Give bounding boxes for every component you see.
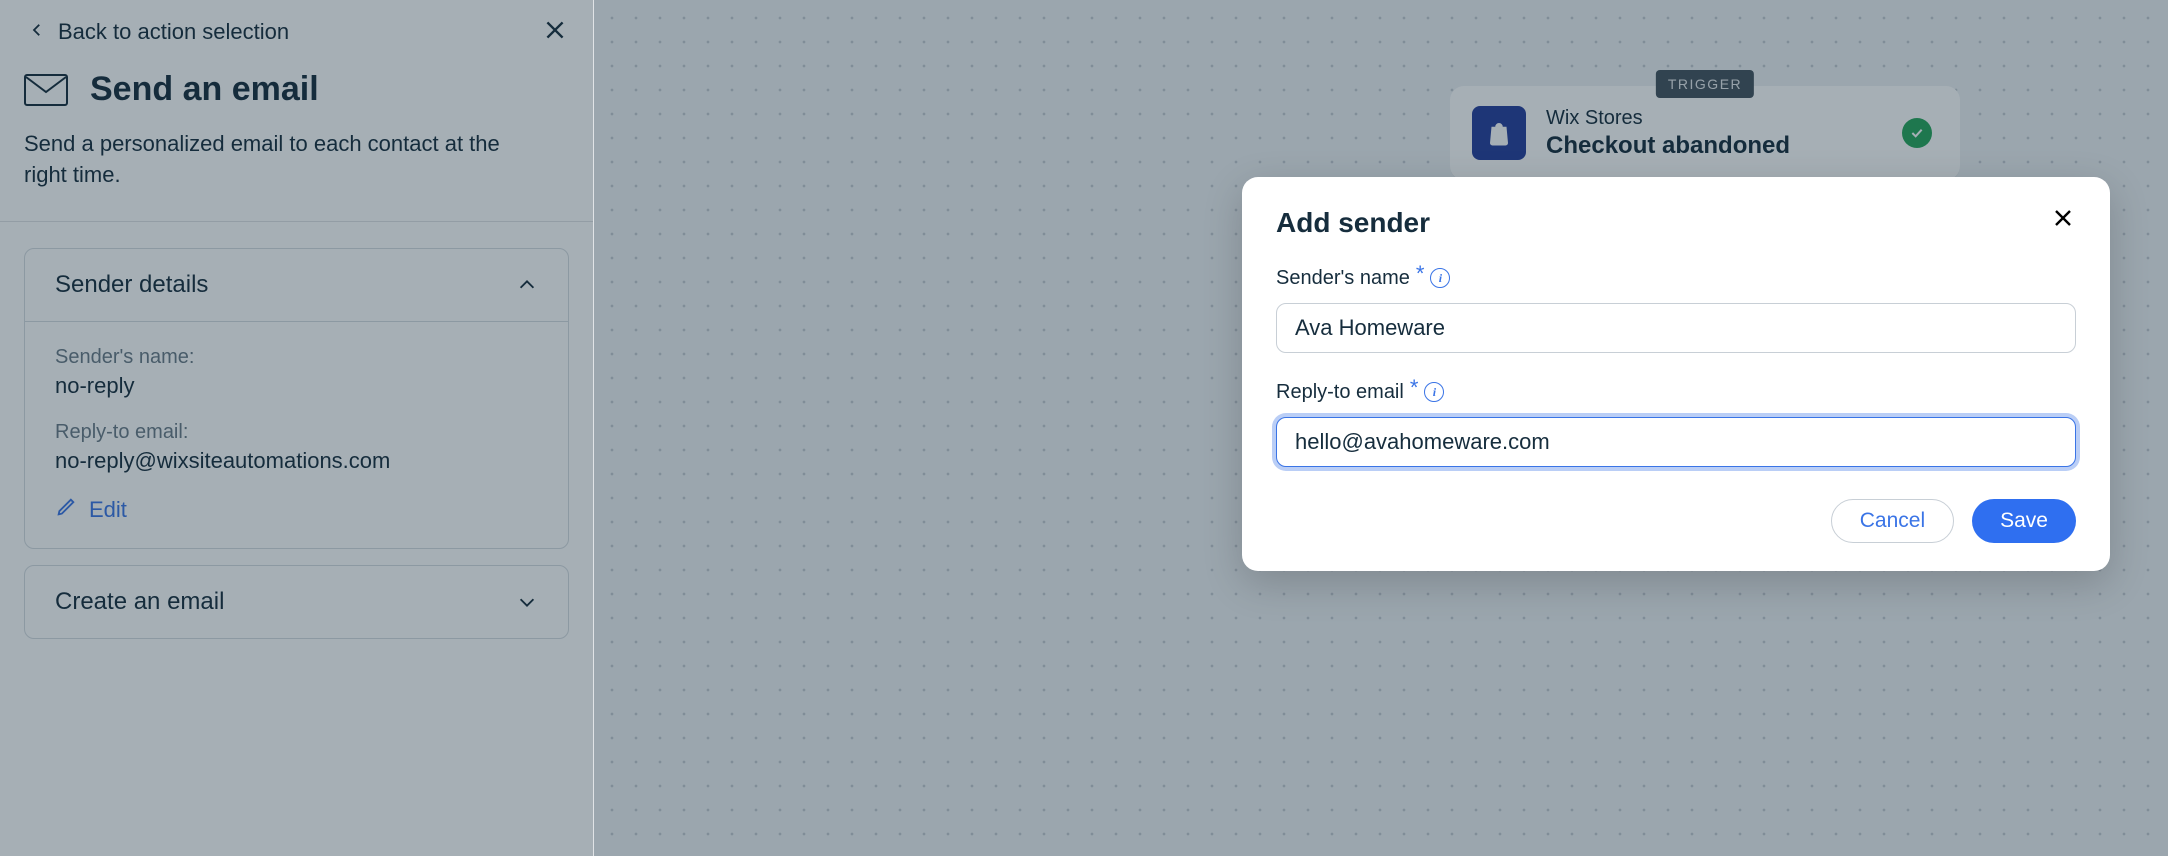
- modal-close-button[interactable]: [2050, 207, 2076, 233]
- sections: Sender details Sender's name: no-reply R…: [0, 222, 593, 681]
- title-block: Send an email Send a personalized email …: [0, 60, 593, 221]
- app-root: Back to action selection Send an email S…: [0, 0, 2168, 856]
- back-label: Back to action selection: [58, 19, 289, 45]
- sender-details-header[interactable]: Sender details: [25, 249, 568, 321]
- info-icon[interactable]: i: [1424, 382, 1444, 402]
- chevron-left-icon: [28, 19, 46, 45]
- pencil-icon: [55, 496, 77, 524]
- sender-name-label: Sender's name: [1276, 267, 1410, 290]
- sender-name-label: Sender's name:: [55, 346, 538, 369]
- automation-canvas: TRIGGER Wix Stores Checkout abandoned Ad…: [594, 0, 2168, 856]
- required-indicator: *: [1410, 375, 1419, 401]
- reply-to-email-input[interactable]: [1276, 417, 2076, 467]
- modal-title: Add sender: [1276, 207, 1430, 239]
- cancel-button[interactable]: Cancel: [1831, 499, 1954, 543]
- close-icon: [542, 17, 568, 48]
- create-email-header[interactable]: Create an email: [25, 566, 568, 638]
- reply-to-value: no-reply@wixsiteautomations.com: [55, 448, 538, 474]
- section-title: Create an email: [55, 588, 224, 616]
- sender-name-group: Sender's name * i: [1276, 265, 2076, 353]
- save-button[interactable]: Save: [1972, 499, 2076, 543]
- required-indicator: *: [1416, 261, 1425, 287]
- sender-details-section: Sender details Sender's name: no-reply R…: [24, 248, 569, 549]
- close-button[interactable]: [541, 18, 569, 46]
- sender-name-input[interactable]: [1276, 303, 2076, 353]
- sender-details-body: Sender's name: no-reply Reply-to email: …: [25, 321, 568, 548]
- back-link[interactable]: Back to action selection: [28, 19, 289, 45]
- chevron-up-icon: [516, 274, 538, 296]
- reply-to-label: Reply-to email:: [55, 421, 538, 444]
- chevron-down-icon: [516, 591, 538, 613]
- section-title: Sender details: [55, 271, 208, 299]
- envelope-icon: [24, 74, 68, 106]
- page-title: Send an email: [90, 70, 319, 109]
- reply-to-email-group: Reply-to email * i: [1276, 379, 2076, 467]
- sender-name-value: no-reply: [55, 373, 538, 399]
- page-subtitle: Send a personalized email to each contac…: [24, 129, 504, 191]
- edit-link[interactable]: Edit: [55, 496, 127, 524]
- close-icon: [2051, 206, 2075, 235]
- left-panel: Back to action selection Send an email S…: [0, 0, 594, 856]
- info-icon[interactable]: i: [1430, 268, 1450, 288]
- add-sender-modal: Add sender Sender's name * i Reply-to em…: [1242, 177, 2110, 571]
- panel-top-row: Back to action selection: [0, 0, 593, 60]
- modal-actions: Cancel Save: [1276, 499, 2076, 543]
- edit-label: Edit: [89, 497, 127, 523]
- reply-to-label: Reply-to email: [1276, 381, 1404, 404]
- create-email-section: Create an email: [24, 565, 569, 639]
